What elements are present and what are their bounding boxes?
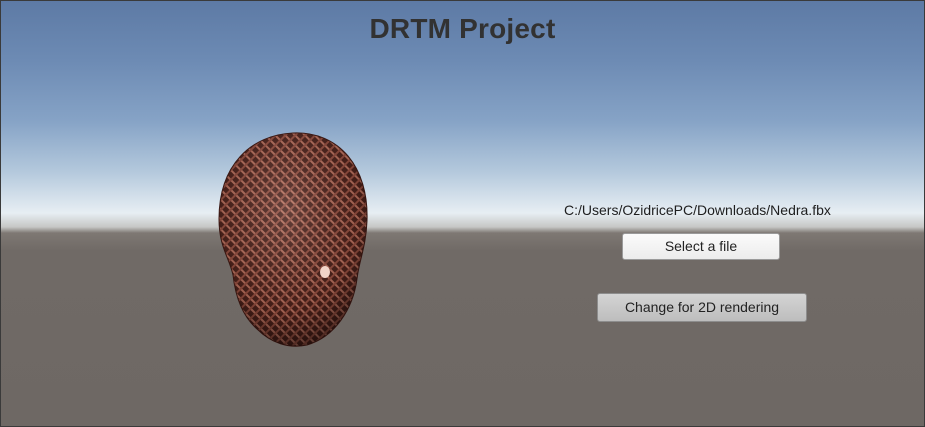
head-model[interactable]	[211, 129, 376, 351]
page-title: DRTM Project	[369, 13, 556, 44]
scene-viewport: DRTM Project C:/Users/OzidricePC/Downloa…	[0, 0, 925, 427]
toggle-2d-rendering-button[interactable]: Change for 2D rendering	[597, 293, 807, 322]
file-path-label: C:/Users/OzidricePC/Downloads/Nedra.fbx	[564, 202, 831, 218]
select-file-button[interactable]: Select a file	[622, 233, 780, 260]
